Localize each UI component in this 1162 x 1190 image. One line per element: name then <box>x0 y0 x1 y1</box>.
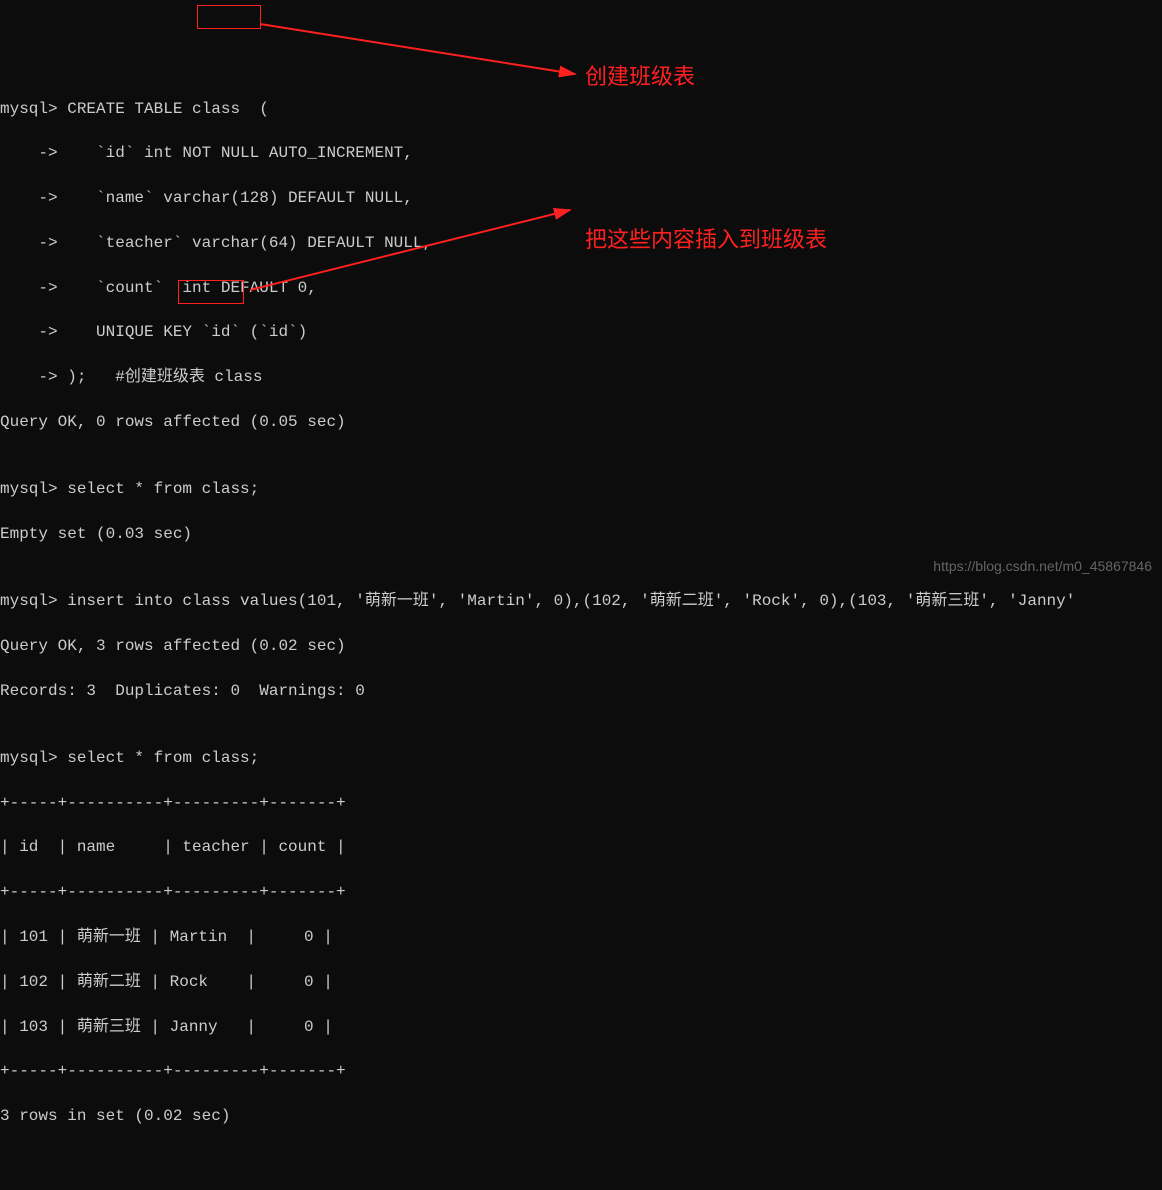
terminal-line: Records: 3 Duplicates: 0 Warnings: 0 <box>0 680 1162 702</box>
terminal-line: 3 rows in set (0.02 sec) <box>0 1105 1162 1127</box>
terminal-line: | 102 | 萌新二班 | Rock | 0 | <box>0 971 1162 993</box>
terminal-line: +-----+----------+---------+-------+ <box>0 792 1162 814</box>
watermark: https://blog.csdn.net/m0_45867846 <box>933 557 1152 577</box>
terminal-line: +-----+----------+---------+-------+ <box>0 881 1162 903</box>
terminal-line: +-----+----------+---------+-------+ <box>0 1060 1162 1082</box>
terminal-line: -> `count` int DEFAULT 0, <box>0 277 1162 299</box>
terminal-line: -> UNIQUE KEY `id` (`id`) <box>0 321 1162 343</box>
annotation-text: 创建班级表 <box>585 62 695 93</box>
annotation-text: 把这些内容插入到班级表 <box>585 225 827 256</box>
terminal-line: | 103 | 萌新三班 | Janny | 0 | <box>0 1016 1162 1038</box>
arrow-icon <box>200 14 580 84</box>
terminal-line: Query OK, 0 rows affected (0.05 sec) <box>0 411 1162 433</box>
terminal-line: Empty set (0.03 sec) <box>0 523 1162 545</box>
highlight-box <box>197 5 261 29</box>
terminal-line: mysql> CREATE TABLE class ( <box>0 98 1162 120</box>
terminal-line: -> ); #创建班级表 class <box>0 366 1162 388</box>
terminal-line: -> `name` varchar(128) DEFAULT NULL, <box>0 187 1162 209</box>
terminal-line: -> `teacher` varchar(64) DEFAULT NULL, <box>0 232 1162 254</box>
terminal-line: | id | name | teacher | count | <box>0 836 1162 858</box>
terminal-line: | 101 | 萌新一班 | Martin | 0 | <box>0 926 1162 948</box>
terminal-line: Query OK, 3 rows affected (0.02 sec) <box>0 635 1162 657</box>
terminal-line: mysql> insert into class values(101, '萌新… <box>0 590 1162 612</box>
terminal-line: -> `id` int NOT NULL AUTO_INCREMENT, <box>0 142 1162 164</box>
terminal-line: mysql> select * from class; <box>0 478 1162 500</box>
terminal-line: mysql> select * from class; <box>0 747 1162 769</box>
